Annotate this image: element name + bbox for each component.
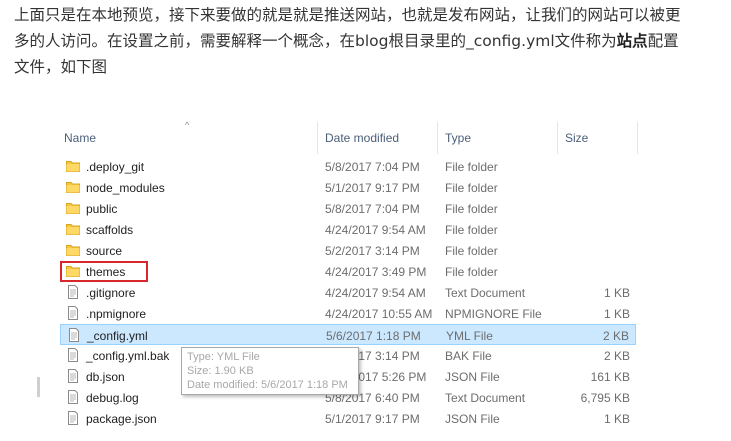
file-row[interactable]: scaffolds 4/24/2017 9:54 AM File folder [60,219,636,240]
file-name: scaffolds [86,223,134,237]
sort-ascending-icon[interactable]: ^ [185,120,189,130]
column-divider[interactable] [437,122,438,154]
file-date-modified: 5/1/2017 9:17 PM [325,181,420,195]
column-header-size[interactable]: Size [565,130,588,146]
file-name: _config.yml.bak [86,349,170,363]
column-header-date[interactable]: Date modified [325,130,399,146]
file-date-modified: 5/8/2017 7:04 PM [325,160,420,174]
file-type: YML File [446,329,493,343]
file-explorer-screenshot: ^ Name Date modified Type Size .deploy_g… [52,120,652,441]
file-date-modified: 4/24/2017 9:54 AM [325,286,426,300]
file-type: Text Document [445,391,526,405]
file-row[interactable]: .deploy_git 5/8/2017 7:04 PM File folder [60,156,636,177]
file-date-modified: 5/8/2017 7:04 PM [325,202,420,216]
file-date-modified: 4/24/2017 3:49 PM [325,265,427,279]
file-type: JSON File [445,370,500,384]
column-divider[interactable] [317,122,318,154]
file-name: db.json [86,370,125,384]
file-date-modified: 4/24/2017 9:54 AM [325,223,426,237]
paragraph-line-2: 多的人访问。在设置之前，需要解释一个概念，在blog根目录里的_config.y… [14,28,714,54]
file-size: 2 KB [603,349,630,363]
tooltip-type: Type: YML File [187,351,260,363]
folder-icon [66,180,80,194]
file-name: .deploy_git [86,160,145,174]
folder-icon [66,159,80,173]
file-icon [66,390,80,404]
file-row[interactable]: source 5/2/2017 3:14 PM File folder [60,240,636,261]
file-name: .npmignore [86,307,147,321]
file-type: File folder [445,160,498,174]
paragraph-line-2-end: 配置 [647,32,679,50]
tooltip-size: Size: 1.90 KB [187,365,254,377]
file-row[interactable]: _config.yml 5/6/2017 1:18 PM YML File 2 KB [60,324,636,345]
file-row[interactable]: package.json 5/1/2017 9:17 PM JSON File 1 K… [60,408,636,429]
file-type: File folder [445,223,498,237]
file-name: node_modules [86,181,165,195]
file-date-modified: 5/1/2017 9:17 PM [325,412,420,426]
file-row[interactable]: public 5/8/2017 7:04 PM File folder [60,198,636,219]
file-row[interactable]: node_modules 5/1/2017 9:17 PM File folder [60,177,636,198]
article-text: 上面只是在本地预览，接下来要做的就是就是推送网站，也就是发布网站，让我们的网站可… [14,2,714,80]
file-name: public [86,202,118,216]
file-size: 1 KB [603,412,630,426]
column-divider[interactable] [637,122,638,154]
file-name: package.json [86,412,157,426]
column-header-name[interactable]: Name [64,130,96,146]
paragraph-line-1: 上面只是在本地预览，接下来要做的就是就是推送网站，也就是发布网站，让我们的网站可… [14,6,681,24]
file-type: File folder [445,202,498,216]
column-header-type[interactable]: Type [445,130,471,146]
bold-term-site: 站点 [616,32,648,50]
column-divider[interactable] [557,122,558,154]
file-type: File folder [445,244,498,258]
file-type: BAK File [445,349,492,363]
highlight-box-themes [60,261,148,282]
file-type: JSON File [445,412,500,426]
file-info-tooltip: Type: YML File Size: 1.90 KB Date modifi… [181,347,359,395]
folder-icon [66,201,80,215]
file-type: File folder [445,181,498,195]
file-date-modified: 5/6/2017 1:18 PM [326,329,421,343]
file-size: 1 KB [603,286,630,300]
file-size: 2 KB [602,329,629,343]
file-type: File folder [445,265,498,279]
file-name: _config.yml [87,329,148,343]
file-name: .gitignore [86,286,136,300]
file-name: debug.log [86,391,139,405]
file-icon [66,285,80,299]
file-size: 161 KB [590,370,630,384]
file-icon [66,411,80,425]
file-icon [66,306,80,320]
file-icon [67,328,81,342]
paragraph-line-3: 文件，如下图 [14,58,108,76]
file-row[interactable]: .npmignore 4/24/2017 10:55 AM NPMIGNORE Fi… [60,303,636,324]
paragraph-line-2-start: 多的人访问。在设置之前，需要解释一个概念，在blog根目录里的_config.y… [14,32,617,50]
folder-icon [66,222,80,236]
folder-icon [66,243,80,257]
scrollbar-fragment [37,377,40,397]
file-type: NPMIGNORE File [445,307,542,321]
file-row[interactable]: .gitignore 4/24/2017 9:54 AM Text Document… [60,282,636,303]
file-icon [66,369,80,383]
file-icon [66,348,80,362]
file-size: 1 KB [603,307,630,321]
file-date-modified: 5/2/2017 3:14 PM [325,244,420,258]
column-header-bar: ^ Name Date modified Type Size [52,120,652,156]
file-name: source [86,244,123,258]
file-type: Text Document [445,286,526,300]
tooltip-date: Date modified: 5/6/2017 1:18 PM [187,379,348,391]
file-size: 6,795 KB [580,391,630,405]
file-date-modified: 4/24/2017 10:55 AM [325,307,433,321]
